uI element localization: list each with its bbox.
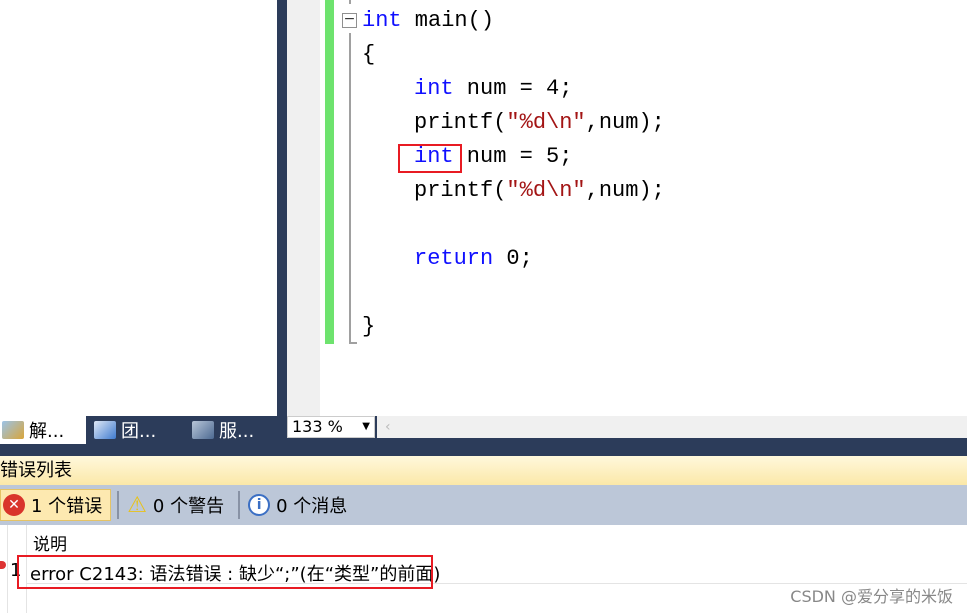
- warning-icon: ⚠: [127, 492, 147, 518]
- code-token: printf(: [414, 178, 507, 203]
- panel-splitter[interactable]: [277, 0, 287, 456]
- warnings-count: 0 个警告: [152, 496, 225, 517]
- chevron-left-icon[interactable]: ‹: [385, 419, 391, 435]
- outline-end: [349, 342, 357, 344]
- code-line: int main(): [362, 4, 494, 38]
- code-token: {: [362, 42, 376, 67]
- code-line: {: [362, 38, 375, 72]
- info-icon: i: [248, 494, 271, 516]
- code-token: ,num);: [585, 178, 665, 203]
- error-list-title: 错误列表: [0, 460, 72, 481]
- code-line: printf("%d\n",num);: [414, 106, 665, 140]
- column-divider: [7, 525, 8, 613]
- highlight-box: [398, 144, 462, 173]
- collapse-icon[interactable]: −: [342, 12, 357, 28]
- tab-server-explorer[interactable]: 服...: [190, 416, 280, 444]
- tab-label: 服...: [219, 421, 255, 442]
- team-explorer-icon: [94, 421, 116, 439]
- solution-explorer-icon: [2, 421, 24, 439]
- code-token: 0;: [493, 246, 533, 271]
- code-token: num = 4;: [453, 76, 573, 101]
- zoom-dropdown[interactable]: 133 % ▼: [287, 416, 375, 438]
- code-token: ,num);: [585, 110, 665, 135]
- messages-count: 0 个消息: [276, 496, 348, 517]
- code-token: printf(: [414, 110, 507, 135]
- string-literal: "%d\n": [506, 110, 586, 135]
- error-icon: ✕: [3, 494, 25, 516]
- tab-label: 解...: [29, 421, 65, 442]
- code-line: int num = 4;: [414, 72, 572, 106]
- code-editor[interactable]: [320, 0, 967, 416]
- messages-filter-button[interactable]: i 0 个消息: [246, 489, 355, 521]
- horizontal-scrollbar[interactable]: ‹: [377, 416, 967, 438]
- code-line: }: [362, 310, 375, 344]
- code-token: num = 5;: [453, 144, 573, 169]
- editor-gutter: [287, 0, 320, 416]
- server-explorer-icon: [192, 421, 214, 439]
- column-header-description[interactable]: 说明: [33, 530, 67, 555]
- warnings-filter-button[interactable]: ⚠ 0 个警告: [125, 489, 232, 521]
- chevron-down-icon: ▼: [362, 421, 370, 432]
- highlight-box: [17, 555, 433, 589]
- outline-line: [349, 33, 351, 343]
- error-list-header: 错误列表: [0, 456, 967, 485]
- change-tracking-bar: [325, 0, 334, 344]
- tab-solution-explorer[interactable]: 解...: [0, 416, 86, 444]
- errors-filter-button[interactable]: ✕ 1 个错误: [0, 489, 112, 521]
- keyword: return: [414, 246, 494, 271]
- code-line: return 0;: [414, 242, 533, 276]
- code-line: printf("%d\n",num);: [414, 174, 665, 208]
- keyword: int: [414, 76, 454, 101]
- outline-line: [349, 0, 351, 4]
- zoom-value: 133 %: [292, 417, 343, 436]
- code-token: }: [362, 314, 376, 339]
- keyword: int: [362, 8, 402, 33]
- tab-team-explorer[interactable]: 团...: [92, 416, 182, 444]
- watermark: CSDN @爱分享的米饭: [790, 587, 953, 606]
- code-token: main(): [401, 8, 495, 33]
- divider: [238, 491, 241, 519]
- errors-count: 1 个错误: [31, 496, 103, 517]
- error-list-toolbar: ✕ 1 个错误 ⚠ 0 个警告 i 0 个消息: [0, 485, 967, 525]
- solution-explorer-panel: [0, 0, 277, 416]
- string-literal: "%d\n": [506, 178, 586, 203]
- tab-label: 团...: [121, 421, 157, 442]
- divider: [117, 491, 120, 519]
